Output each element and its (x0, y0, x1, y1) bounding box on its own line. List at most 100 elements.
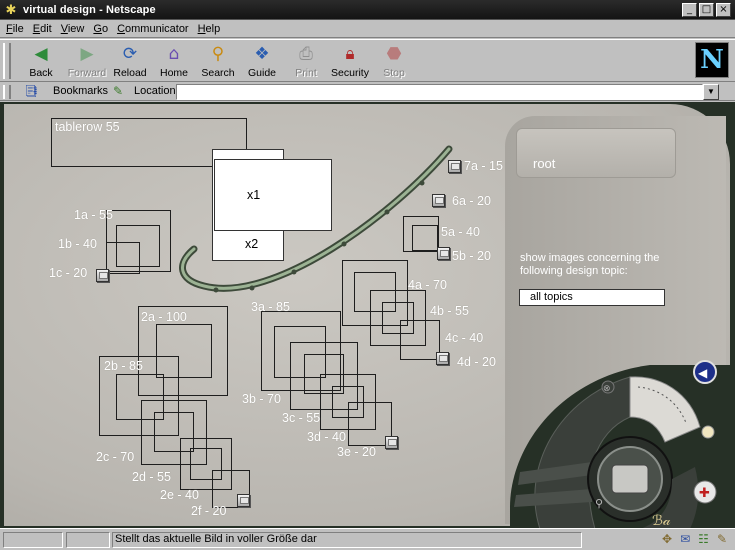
window-controls: _ □ × (682, 3, 731, 17)
composer-icon[interactable]: ✎ (717, 532, 727, 546)
wheel-center-display[interactable] (611, 464, 649, 494)
square-5a-inner[interactable] (412, 225, 438, 251)
menu-go[interactable]: Go (93, 23, 108, 35)
print-button[interactable]: ⎙ Print (283, 42, 329, 80)
forward-arrow-icon: ▶ (80, 44, 94, 64)
security-label: Security (331, 67, 369, 79)
label-4a: 4a - 70 (408, 278, 447, 292)
status-progress-segment (66, 532, 110, 548)
forward-label: Forward (67, 67, 107, 79)
thumbnail-6a[interactable] (432, 194, 445, 207)
netscape-logo[interactable]: N (695, 42, 729, 78)
wheel-knob[interactable] (701, 425, 715, 439)
topic-select[interactable]: all topics (519, 289, 665, 306)
magnifier-icon[interactable]: ⚲ (595, 497, 603, 510)
label-3e: 3e - 20 (337, 445, 376, 459)
tablerow-label: tablerow 55 (55, 120, 120, 134)
back-label: Back (29, 67, 53, 79)
label-1a: 1a - 55 (74, 208, 113, 222)
label-2d: 2d - 55 (132, 470, 171, 484)
stop-button[interactable]: ⬣ Stop (371, 42, 417, 80)
location-toolbar: 📑︎ Bookmarks ✎ Location: ▼ (0, 83, 735, 101)
stop-label: Stop (383, 67, 405, 79)
label-3b: 3b - 70 (242, 392, 281, 406)
reload-label: Reload (113, 67, 147, 79)
bookmarks-button[interactable]: Bookmarks (53, 85, 108, 97)
plus-icon: ✚ (699, 486, 710, 501)
status-bar: Stellt das aktuelle Bild in voller Größe… (0, 528, 735, 550)
square-4c[interactable] (400, 320, 440, 360)
search-button[interactable]: ⚲ Search (195, 42, 241, 80)
menu-communicator[interactable]: Communicator (117, 23, 189, 35)
bookmarks-icon[interactable]: 📑︎ (24, 84, 42, 99)
discussion-icon[interactable]: ☷ (698, 532, 709, 546)
component-bar: ✥ ✉ ☷ ✎ (662, 532, 727, 546)
status-security-segment (3, 532, 63, 548)
menu-help[interactable]: Help (198, 23, 221, 35)
label-7a: 7a - 15 (464, 159, 503, 173)
thumbnail-3e[interactable] (385, 436, 398, 449)
reload-icon: ⟳ (122, 44, 138, 64)
security-button[interactable]: 🔒︎ Security (327, 42, 373, 80)
navigation-toolbar: ◀ Back ▶ Forward ⟳ Reload ⌂ Home ⚲ Searc… (0, 39, 735, 82)
back-arrow-icon: ◀ (34, 44, 48, 64)
window-title: virtual design - Netscape (23, 3, 156, 16)
page-content: tablerow 55 x1 x2 1a - 55 1b - 40 1c - 2… (0, 102, 735, 528)
label-2a: 2a - 100 (141, 310, 187, 324)
topic-prompt: show images concerning the following des… (520, 252, 660, 277)
thumbnail-4d[interactable] (436, 352, 449, 365)
x1-box[interactable] (214, 159, 332, 231)
close-button[interactable]: × (716, 3, 731, 17)
x1-label: x1 (247, 188, 261, 202)
label-4d: 4d - 20 (457, 355, 496, 369)
navigation-wheel: ℬ𝒶 ⊗ ◀ ✚ ⚲ (510, 360, 730, 528)
guide-button[interactable]: ❖ Guide (239, 42, 285, 80)
back-button[interactable]: ◀ Back (18, 42, 64, 80)
title-bar: ✱ virtual design - Netscape _ □ × (0, 0, 735, 20)
home-button[interactable]: ⌂ Home (151, 42, 197, 80)
location-dropdown-button[interactable]: ▼ (703, 84, 719, 100)
menu-view[interactable]: View (61, 23, 85, 35)
label-1c: 1c - 20 (49, 266, 88, 280)
location-label: Location: (134, 85, 179, 97)
signature-icon: ℬ𝒶 (652, 513, 671, 528)
label-2b: 2b - 85 (104, 359, 143, 373)
guide-label: Guide (247, 67, 277, 79)
x2-label: x2 (245, 237, 259, 251)
navigator-icon[interactable]: ✥ (662, 532, 672, 546)
guide-icon: ❖ (254, 44, 270, 64)
menu-file[interactable]: File (6, 23, 24, 35)
minimize-button[interactable]: _ (682, 3, 697, 17)
root-label[interactable]: root (533, 156, 555, 171)
mail-icon[interactable]: ✉ (680, 532, 690, 546)
square-1c-frame[interactable] (106, 242, 140, 274)
location-toolbar-grip[interactable] (3, 85, 11, 99)
label-4c: 4c - 40 (445, 331, 484, 345)
label-1b: 1b - 40 (58, 237, 97, 251)
label-2f: 2f - 20 (191, 504, 227, 518)
page-proxy-icon[interactable]: ✎ (113, 84, 123, 98)
reload-button[interactable]: ⟳ Reload (107, 42, 153, 80)
thumbnail-7a[interactable] (448, 160, 461, 173)
label-6a: 6a - 20 (452, 194, 491, 208)
thumbnail-2f[interactable] (237, 494, 250, 507)
back-nav-arrow-icon: ◀ (698, 366, 708, 380)
thumbnail-1c[interactable] (96, 269, 109, 282)
location-input[interactable] (176, 84, 703, 100)
label-3a: 3a - 85 (251, 300, 290, 314)
forward-button[interactable]: ▶ Forward (64, 42, 110, 80)
label-4b: 4b - 55 (430, 304, 469, 318)
netscape-app-icon[interactable]: ✱ (4, 2, 18, 17)
search-icon: ⚲ (211, 44, 225, 64)
toolbar-grip[interactable] (3, 43, 11, 79)
menu-edit[interactable]: Edit (33, 23, 52, 35)
maximize-button[interactable]: □ (699, 3, 714, 17)
home-icon: ⌂ (168, 44, 180, 64)
wheel-close-icon[interactable]: ⊗ (603, 384, 611, 394)
lock-icon: 🔒︎ (345, 44, 355, 64)
thumbnail-5b[interactable] (437, 247, 450, 260)
status-message: Stellt das aktuelle Bild in voller Größe… (115, 533, 317, 545)
print-label: Print (295, 67, 317, 79)
printer-icon: ⎙ (299, 44, 313, 64)
label-2c: 2c - 70 (96, 450, 135, 464)
